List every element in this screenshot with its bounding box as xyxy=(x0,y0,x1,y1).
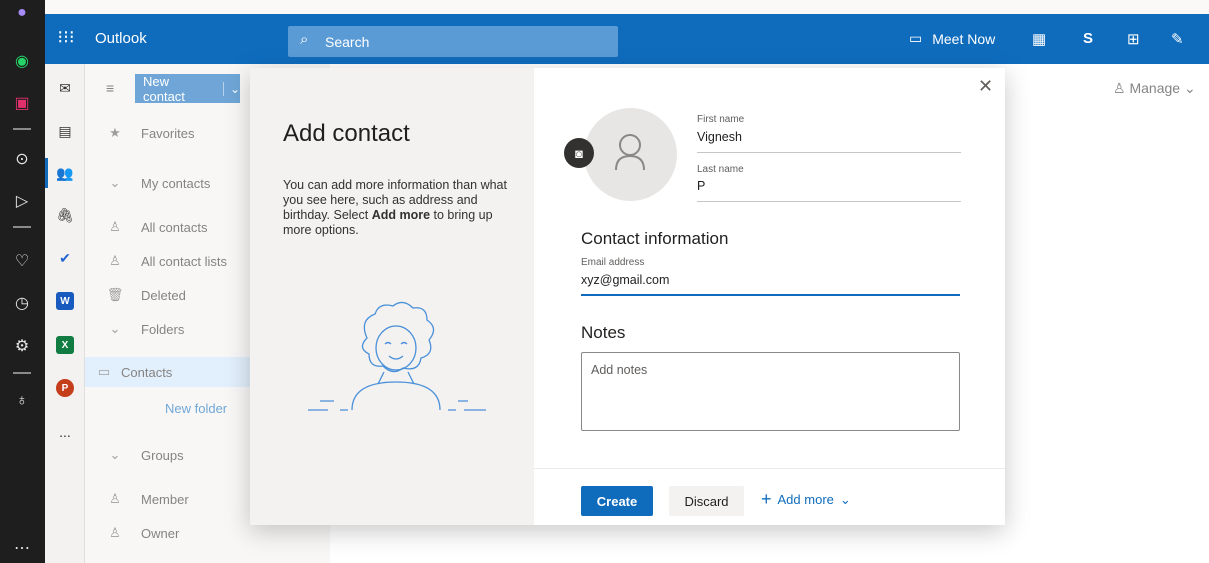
mail-icon[interactable]: ✉ xyxy=(54,77,76,99)
add-more-button[interactable]: + Add more ⌄ xyxy=(761,489,851,510)
app-launcher-icon[interactable]: ⁝⁝⁝ xyxy=(55,27,77,49)
attachment-icon[interactable]: 🖇 xyxy=(54,204,76,226)
outlook-header: ⁝⁝⁝ Outlook ⌕ Search ▭ Meet Now ▦ S ⊞ ✎ xyxy=(45,14,1209,64)
add-contact-dialog: Add contact You can add more information… xyxy=(250,68,1005,525)
email-underline xyxy=(581,294,960,296)
calendar-icon[interactable]: ▤ xyxy=(54,120,76,142)
first-name-underline xyxy=(697,152,961,153)
search-placeholder: Search xyxy=(325,34,370,50)
divider xyxy=(13,128,31,130)
chevron-down-icon: ⌄ xyxy=(839,491,851,507)
send-icon[interactable]: ▷ xyxy=(8,190,36,212)
search-box[interactable]: ⌕ Search xyxy=(288,26,618,57)
last-name-label: Last name xyxy=(697,164,744,175)
office-icon[interactable]: ⊞ xyxy=(1127,30,1140,48)
create-button[interactable]: Create xyxy=(581,486,653,516)
video-camera-icon: ▭ xyxy=(909,30,923,46)
camera-icon[interactable]: ◙ xyxy=(564,138,594,168)
clock-icon[interactable]: ◷ xyxy=(8,292,36,314)
notes-heading: Notes xyxy=(581,323,626,342)
dialog-footer: Create Discard + Add more ⌄ xyxy=(534,468,1005,525)
system-sidebar: ● ◉ ▣ ⊙ ▷ ♡ ◷ ⚙ ♁ ⋯ xyxy=(0,0,45,563)
meet-now-label: Meet Now xyxy=(932,30,996,47)
whatsapp-icon[interactable]: ◉ xyxy=(8,50,36,72)
lightbulb-icon[interactable]: ♁ xyxy=(8,390,36,412)
play-circle-icon[interactable]: ⊙ xyxy=(8,148,36,170)
person-placeholder-icon xyxy=(615,134,645,171)
notes-textarea[interactable]: Add notes xyxy=(581,352,960,431)
dialog-description: You can add more information than what y… xyxy=(283,178,513,238)
word-icon[interactable]: W xyxy=(54,290,76,312)
dialog-info-panel: Add contact You can add more information… xyxy=(250,68,534,525)
meet-now-button[interactable]: ▭ Meet Now xyxy=(909,30,995,47)
people-icon[interactable]: 👥 xyxy=(54,162,76,184)
search-icon: ⌕ xyxy=(300,31,309,48)
my-day-icon[interactable]: ▦ xyxy=(1032,30,1046,48)
add-more-label: Add more xyxy=(777,492,834,507)
contact-information-heading: Contact information xyxy=(581,229,729,248)
first-name-field[interactable]: Vignesh xyxy=(697,130,742,144)
screen: ● ◉ ▣ ⊙ ▷ ♡ ◷ ⚙ ♁ ⋯ ⁝⁝⁝ Outlook ⌕ Search… xyxy=(0,0,1209,563)
divider xyxy=(13,372,31,374)
more-apps-icon[interactable]: ... xyxy=(54,421,76,443)
description-bold: Add more xyxy=(371,208,431,222)
plus-icon: + xyxy=(761,489,772,509)
close-icon[interactable]: ✕ xyxy=(978,76,993,97)
first-name-label: First name xyxy=(697,114,745,125)
todo-icon[interactable]: ✔ xyxy=(54,247,76,269)
more-icon[interactable]: ⋯ xyxy=(8,537,36,559)
divider xyxy=(13,226,31,228)
notes-placeholder: Add notes xyxy=(591,363,648,377)
skype-icon[interactable]: S xyxy=(1083,30,1093,47)
email-field[interactable]: xyz@gmail.com xyxy=(581,273,669,287)
last-name-field[interactable]: P xyxy=(697,179,705,193)
excel-icon[interactable]: X xyxy=(54,334,76,356)
selected-indicator xyxy=(45,158,48,188)
instagram-icon[interactable]: ▣ xyxy=(8,92,36,114)
discard-button[interactable]: Discard xyxy=(669,486,744,516)
person-illustration xyxy=(308,301,486,411)
app-name[interactable]: Outlook xyxy=(95,30,147,47)
powerpoint-icon[interactable]: P xyxy=(54,377,76,399)
dialog-title: Add contact xyxy=(283,120,410,147)
last-name-underline xyxy=(697,201,961,202)
email-label: Email address xyxy=(581,257,645,268)
heart-icon[interactable]: ♡ xyxy=(8,250,36,272)
messenger-icon[interactable]: ● xyxy=(8,2,36,24)
app-rail: ✉ ▤ 👥 🖇 ✔ W X P ... xyxy=(45,64,85,563)
feedback-icon[interactable]: ✎ xyxy=(1171,30,1184,48)
settings-icon[interactable]: ⚙ xyxy=(8,335,36,357)
avatar xyxy=(584,108,677,201)
